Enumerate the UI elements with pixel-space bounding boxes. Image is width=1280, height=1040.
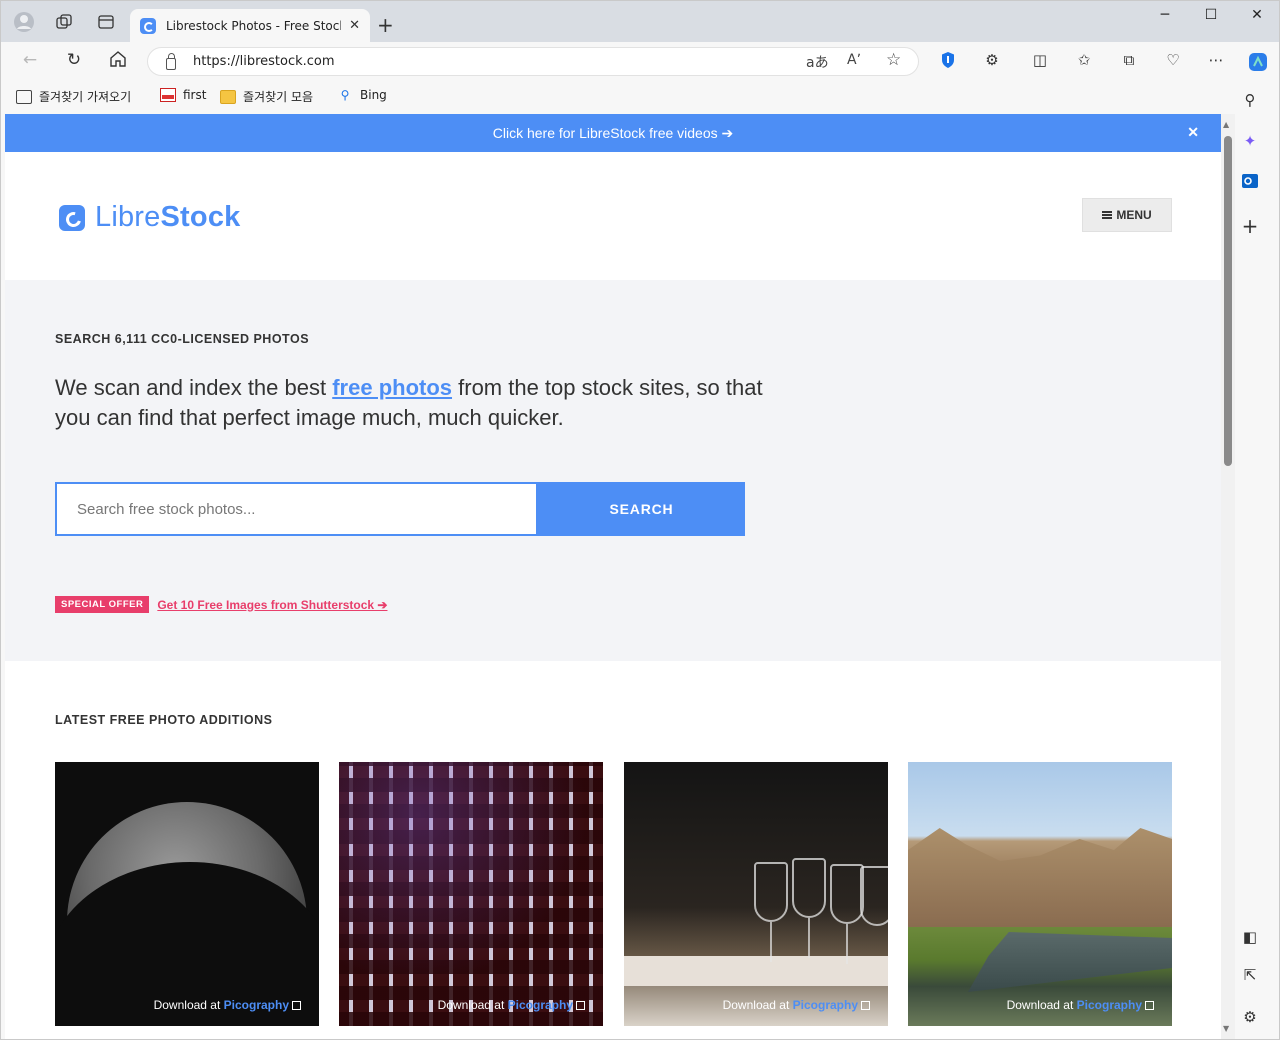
favorite-first[interactable]: first	[160, 88, 206, 102]
performance-icon[interactable]: ♡	[1162, 51, 1184, 73]
tab-strip: Librestock Photos - Free Stock Ph ✕ + ─ …	[1, 1, 1279, 42]
lock-icon[interactable]	[166, 52, 176, 70]
favorites-bar: 즐겨찾기 가져오기 first 즐겨찾기 모음 ⚲ Bing	[1, 80, 1279, 112]
external-link-icon	[576, 1001, 585, 1010]
free-photos-link[interactable]: free photos	[332, 375, 452, 400]
scroll-up-icon[interactable]: ▲	[1223, 120, 1229, 129]
url-bar[interactable]: https://librestock.com aあ A͏ʼ ☆	[147, 47, 919, 76]
minimize-icon[interactable]: ─	[1143, 7, 1187, 23]
new-tab-icon[interactable]: +	[377, 13, 394, 37]
copilot-sidebar-icon[interactable]: ✦	[1240, 132, 1260, 152]
external-link-icon	[292, 1001, 301, 1010]
close-promo-icon[interactable]: ✕	[1187, 124, 1199, 141]
logo-mark-icon	[59, 204, 85, 231]
shutterstock-offer-link[interactable]: Get 10 Free Images from Shutterstock ➔	[157, 598, 387, 612]
refresh-icon[interactable]: ↻	[62, 50, 86, 72]
search-button[interactable]: SEARCH	[538, 482, 745, 536]
logo-text-light: Libre	[95, 201, 161, 233]
maximize-icon[interactable]: ☐	[1189, 7, 1233, 23]
latest-title: LATEST FREE PHOTO ADDITIONS	[55, 713, 273, 727]
tab-actions-icon[interactable]	[94, 10, 118, 34]
logo-text-bold: Stock	[160, 201, 241, 233]
promo-text[interactable]: Click here for LibreStock free videos ➔	[493, 125, 734, 142]
favorites-icon[interactable]: ✩	[1073, 51, 1095, 73]
download-link[interactable]: Download at Picography	[723, 998, 870, 1012]
download-link[interactable]: Download at Picography	[438, 998, 585, 1012]
site-header: LibreStock MENU	[5, 152, 1221, 280]
read-aloud-icon[interactable]: A͏ʼ	[847, 52, 861, 68]
photo-card-wine[interactable]: Download at Picography	[624, 762, 888, 1026]
photo-card-moon[interactable]: Download at Picography	[55, 762, 319, 1026]
split-screen-icon[interactable]: ◫	[1029, 51, 1051, 73]
favorite-folder[interactable]: 즐겨찾기 모음	[220, 88, 313, 105]
extensions-icon[interactable]: ⚙	[981, 51, 1003, 73]
translate-icon[interactable]: aあ	[806, 52, 829, 72]
search-form: SEARCH	[55, 482, 745, 536]
librestock-favicon	[140, 17, 156, 34]
favorite-star-icon[interactable]: ☆	[886, 50, 901, 70]
active-tab[interactable]: Librestock Photos - Free Stock Ph ✕	[130, 9, 370, 42]
folder-icon	[220, 89, 236, 104]
scroll-thumb[interactable]	[1224, 136, 1232, 466]
download-link[interactable]: Download at Picography	[1007, 998, 1154, 1012]
address-toolbar: ← ↻ https://librestock.com aあ A͏ʼ ☆ ⚙ ◫ …	[1, 42, 1279, 80]
sidebar-layout-icon[interactable]: ◧	[1240, 928, 1260, 948]
workspaces-icon[interactable]	[52, 10, 76, 34]
menu-button[interactable]: MENU	[1082, 198, 1172, 232]
favorite-import[interactable]: 즐겨찾기 가져오기	[16, 88, 131, 105]
profile-icon[interactable]	[12, 10, 36, 34]
tab-title: Librestock Photos - Free Stock Ph	[166, 18, 341, 33]
page-scrollbar[interactable]: ▲ ▼	[1221, 114, 1235, 1039]
video-promo-banner[interactable]: Click here for LibreStock free videos ➔ …	[5, 114, 1221, 152]
photo-card-river[interactable]: Download at Picography	[908, 762, 1172, 1026]
page-viewport: Click here for LibreStock free videos ➔ …	[5, 114, 1221, 1039]
bing-search-icon: ⚲	[340, 88, 350, 102]
collections-icon[interactable]: ⧉	[1118, 51, 1140, 73]
more-options-icon[interactable]: ⋯	[1205, 51, 1227, 73]
hero-kicker: SEARCH 6,111 CC0-LICENSED PHOTOS	[55, 332, 310, 346]
back-icon[interactable]: ←	[18, 50, 42, 72]
external-link-icon	[1145, 1001, 1154, 1010]
outlook-icon[interactable]	[1240, 172, 1260, 192]
hamburger-icon	[1102, 211, 1113, 219]
import-icon	[16, 89, 32, 104]
special-offer: SPECIAL OFFER Get 10 Free Images from Sh…	[55, 596, 387, 613]
add-sidebar-icon[interactable]: +	[1240, 214, 1260, 238]
settings-gear-icon[interactable]: ⚙	[1240, 1008, 1260, 1028]
external-link-icon	[861, 1001, 870, 1010]
browser-window: Librestock Photos - Free Stock Ph ✕ + ─ …	[0, 0, 1280, 1040]
open-external-icon[interactable]: ⇱	[1240, 966, 1260, 986]
url-text[interactable]: https://librestock.com	[193, 54, 335, 69]
close-window-icon[interactable]: ✕	[1235, 7, 1279, 23]
home-icon[interactable]	[106, 50, 130, 72]
latest-photos-section: LATEST FREE PHOTO ADDITIONS Download at …	[5, 661, 1221, 1039]
hero-section: SEARCH 6,111 CC0-LICENSED PHOTOS We scan…	[5, 280, 1221, 661]
pdf-icon	[160, 88, 176, 102]
photo-card-lights[interactable]: Download at Picography	[339, 762, 603, 1026]
download-link[interactable]: Download at Picography	[154, 998, 301, 1012]
favorite-bing[interactable]: ⚲ Bing	[337, 88, 387, 102]
search-icon[interactable]: ⚲	[1240, 91, 1260, 111]
hero-lead: We scan and index the best free photos f…	[55, 375, 763, 430]
special-offer-badge: SPECIAL OFFER	[55, 596, 150, 613]
scroll-down-icon[interactable]: ▼	[1223, 1024, 1229, 1033]
librestock-logo[interactable]: LibreStock	[59, 201, 240, 234]
copilot-icon[interactable]	[1247, 51, 1269, 73]
shield-icon[interactable]	[937, 51, 959, 73]
close-tab-icon[interactable]: ✕	[349, 18, 360, 33]
search-input[interactable]	[55, 482, 538, 536]
